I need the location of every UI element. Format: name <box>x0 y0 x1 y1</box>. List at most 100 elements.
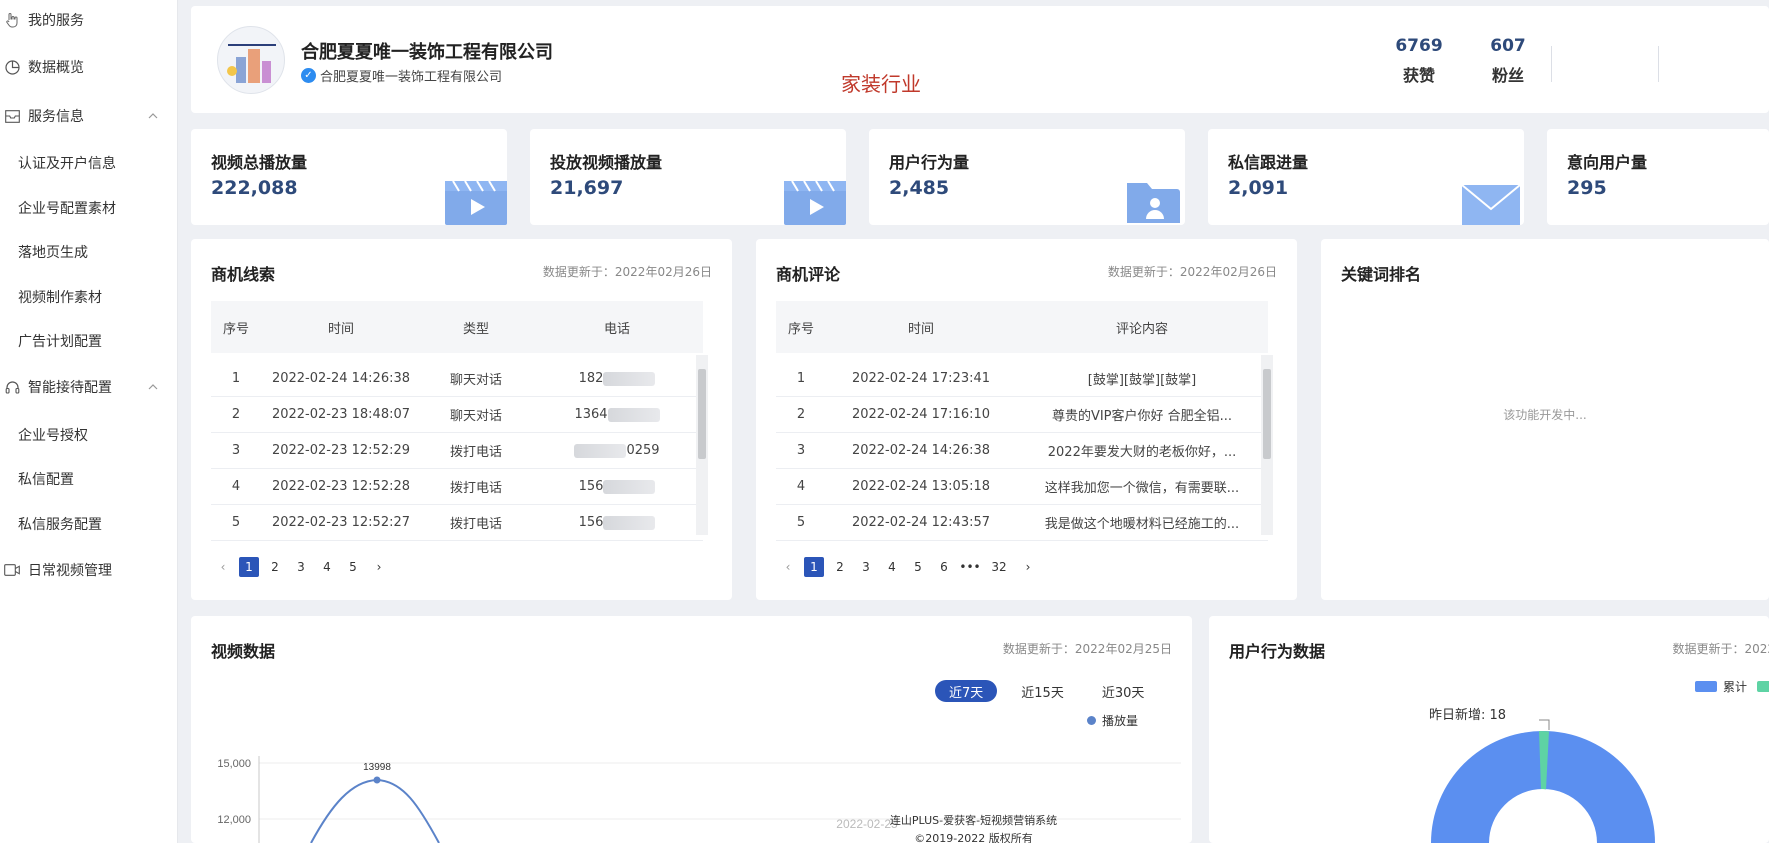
sidebar-item-service-info[interactable]: 服务信息 <box>0 96 178 136</box>
row-content: 2022年要发大财的老板你好，... <box>1047 445 1237 460</box>
row-time: 2022-02-24 12:43:57 <box>851 515 991 530</box>
row-time: 2022-02-24 14:26:38 <box>271 371 411 386</box>
sidebar-item-certification[interactable]: 认证及开户信息 <box>0 143 178 183</box>
row-time: 2022-02-24 13:05:18 <box>851 479 991 494</box>
stat-label: 获赞 <box>1402 66 1435 85</box>
scrollbar-thumb[interactable] <box>1263 369 1271 459</box>
table-row[interactable]: 5 2022-02-24 12:43:57 我是做这个地暖材料已经施工的... <box>776 505 1268 541</box>
column-header: 评论内容 <box>1115 321 1168 337</box>
prev-page-button[interactable]: ‹ <box>778 557 798 577</box>
page-button[interactable]: 1 <box>804 557 824 577</box>
range-15d-button[interactable]: 近15天 <box>1007 680 1078 702</box>
sidebar-item-enterprise-materials[interactable]: 企业号配置素材 <box>0 188 178 228</box>
row-phone: 1364 <box>531 407 703 422</box>
row-type: 拨打电话 <box>449 481 502 496</box>
stat-value: 607 <box>1490 36 1526 56</box>
metric-title: 视频总播放量 <box>211 153 308 172</box>
table-row[interactable]: 1 2022-02-24 14:26:38 聊天对话 182 <box>211 361 703 397</box>
page-button[interactable]: 5 <box>343 557 363 577</box>
stat-value: 6769 <box>1395 36 1443 56</box>
column-header: 类型 <box>462 321 489 337</box>
data-point-peak[interactable] <box>373 776 381 784</box>
row-content: 我是做这个地暖材料已经施工的... <box>1044 517 1240 532</box>
sidebar-item-smart-reception[interactable]: 智能接待配置 <box>0 367 178 407</box>
sidebar-item-my-services[interactable]: 我的服务 <box>0 0 178 40</box>
row-number: 2 <box>796 407 806 422</box>
page-button[interactable]: 2 <box>830 557 850 577</box>
table-row[interactable]: 5 2022-02-23 12:52:27 拨打电话 156 <box>211 505 703 541</box>
sidebar-item-landing-page[interactable]: 落地页生成 <box>0 232 178 272</box>
page-button[interactable]: 5 <box>908 557 928 577</box>
page-button[interactable]: 4 <box>317 557 337 577</box>
sidebar-item-label: 企业号授权 <box>18 428 88 444</box>
chevron-up-icon <box>148 384 158 390</box>
column-header: 时间 <box>907 321 934 337</box>
table-row[interactable]: 4 2022-02-24 13:05:18 这样我加您一个微信，有需要联... <box>776 469 1268 505</box>
page-button[interactable]: 3 <box>856 557 876 577</box>
phone-visible: 1364 <box>574 407 608 422</box>
sidebar-item-dm-config[interactable]: 私信配置 <box>0 459 178 499</box>
sidebar-item-ad-plan[interactable]: 广告计划配置 <box>0 321 178 361</box>
page-button[interactable]: 4 <box>882 557 902 577</box>
industry-label: 家装行业 <box>841 72 921 96</box>
sidebar-item-video-management[interactable]: 日常视频管理 <box>0 550 178 590</box>
phone-visible: 156 <box>578 515 604 530</box>
profile-card: 合肥夏夏唯一装饰工程有限公司 ✓ 合肥夏夏唯一装饰工程有限公司 家装行业 676… <box>191 6 1769 113</box>
next-page-button[interactable]: › <box>369 557 389 577</box>
table-header: 序号 时间 评论内容 <box>776 301 1268 353</box>
update-time: 数据更新于：2022年02月26日 <box>1107 265 1277 279</box>
table-row[interactable]: 4 2022-02-23 12:52:28 拨打电话 156 <box>211 469 703 505</box>
metric-card-dm-follow: 私信跟进量 2,091 <box>1208 129 1524 225</box>
scrollbar-thumb[interactable] <box>698 369 706 459</box>
row-time: 2022-02-24 17:23:41 <box>851 371 991 386</box>
range-7d-button[interactable]: 近7天 <box>935 680 998 702</box>
verified-account: ✓ 合肥夏夏唯一装饰工程有限公司 <box>301 66 502 85</box>
panel-title: 商机线索 <box>211 265 276 284</box>
company-name: 合肥夏夏唯一装饰工程有限公司 <box>301 42 553 63</box>
sidebar-item-video-materials[interactable]: 视频制作素材 <box>0 277 178 317</box>
table-row[interactable]: 3 2022-02-24 14:26:38 2022年要发大财的老板你好，... <box>776 433 1268 469</box>
table-row[interactable]: 2 2022-02-24 17:16:10 尊贵的VIP客户你好 合肥全铝... <box>776 397 1268 433</box>
update-time: 数据更新于：2022年02月25日 <box>1002 642 1172 656</box>
pie-chart-icon <box>4 59 20 75</box>
row-number: 5 <box>796 515 806 530</box>
scrollbar[interactable] <box>1261 355 1273 535</box>
table-row[interactable]: 3 2022-02-23 12:52:29 拨打电话 0259 <box>211 433 703 469</box>
prev-page-button[interactable]: ‹ <box>213 557 233 577</box>
page-button[interactable]: 2 <box>265 557 285 577</box>
sidebar-item-label: 认证及开户信息 <box>18 156 116 172</box>
row-time: 2022-02-23 12:52:27 <box>271 515 411 530</box>
video-play-icon <box>784 180 846 225</box>
scrollbar[interactable] <box>696 355 708 535</box>
column-header: 序号 <box>222 321 249 337</box>
table-row[interactable]: 1 2022-02-24 17:23:41 [鼓掌][鼓掌][鼓掌] <box>776 361 1268 397</box>
sidebar-item-dm-service[interactable]: 私信服务配置 <box>0 504 178 544</box>
metric-card-user-actions: 用户行为量 2,485 <box>869 129 1185 225</box>
in-development-note: 该功能开发中... <box>1503 408 1587 422</box>
sidebar: 我的服务 数据概览 服务信息 认证及开户信息 企业号配置素材 落地页生成 视频制… <box>0 0 178 843</box>
next-page-button[interactable]: › <box>1018 557 1038 577</box>
page-button[interactable]: 6 <box>934 557 954 577</box>
metric-value: 2,091 <box>1228 177 1289 199</box>
metric-title: 意向用户量 <box>1567 153 1648 172</box>
row-phone: 156 <box>531 515 703 530</box>
column-header: 序号 <box>787 321 814 337</box>
page-button[interactable]: 3 <box>291 557 311 577</box>
range-30d-button[interactable]: 近30天 <box>1088 680 1159 702</box>
table-row[interactable]: 2 2022-02-23 18:48:07 聊天对话 1364 <box>211 397 703 433</box>
sidebar-item-enterprise-auth[interactable]: 企业号授权 <box>0 415 178 455</box>
pagination: ‹ 1 2 3 4 5 › <box>213 557 389 577</box>
pagination: ‹ 1 2 3 4 5 6 ••• 32 › <box>778 557 1038 577</box>
video-data-panel: 视频数据 数据更新于：2022年02月25日 近7天 近15天 近30天 播放量… <box>191 616 1192 843</box>
stat-likes: 6769 获赞 <box>1379 36 1459 86</box>
page-ellipsis[interactable]: ••• <box>959 557 980 577</box>
sidebar-item-label: 我的服务 <box>28 13 84 29</box>
verified-check-icon: ✓ <box>301 68 316 83</box>
page-button[interactable]: 32 <box>986 557 1012 577</box>
sidebar-item-label: 日常视频管理 <box>28 563 112 579</box>
page-button[interactable]: 1 <box>239 557 259 577</box>
metric-value: 295 <box>1567 177 1607 199</box>
sidebar-item-data-overview[interactable]: 数据概览 <box>0 47 178 87</box>
metric-card-total-plays: 视频总播放量 222,088 <box>191 129 507 225</box>
metric-value: 21,697 <box>550 177 624 199</box>
